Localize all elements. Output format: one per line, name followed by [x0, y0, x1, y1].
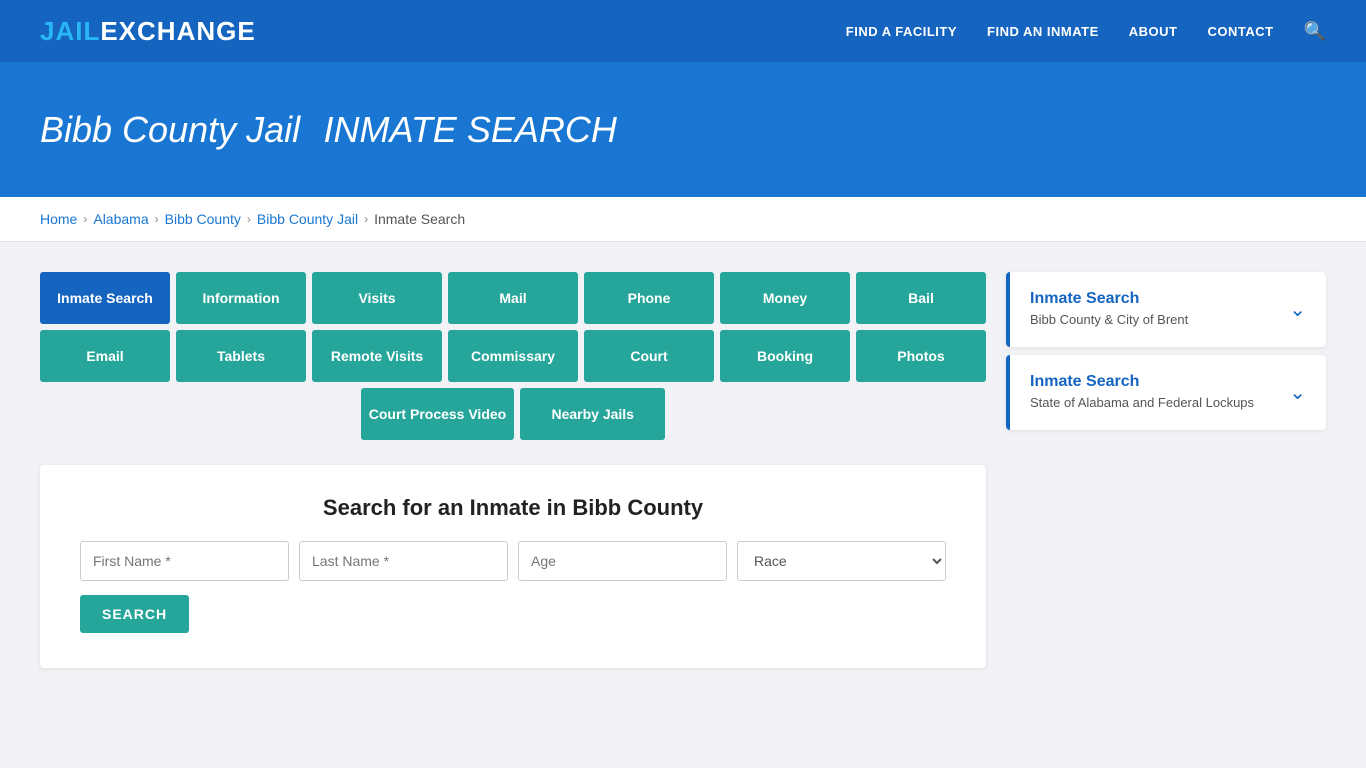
logo-part2: EXCHANGE — [100, 16, 255, 46]
bc-county[interactable]: Bibb County — [165, 211, 241, 227]
hero-title-sub: INMATE SEARCH — [323, 109, 616, 150]
tab-court-process-video[interactable]: Court Process Video — [361, 388, 514, 440]
tabs-row-1: Inmate Search Information Visits Mail Ph… — [40, 272, 986, 324]
sidebar-card-bibb-inner[interactable]: Inmate Search Bibb County & City of Bren… — [1006, 272, 1326, 347]
chevron-down-icon-alabama: ⌄ — [1289, 380, 1306, 405]
age-input[interactable] — [518, 541, 727, 581]
tab-information[interactable]: Information — [176, 272, 306, 324]
chevron-down-icon-bibb: ⌄ — [1289, 297, 1306, 322]
tab-phone[interactable]: Phone — [584, 272, 714, 324]
logo-part1: JAIL — [40, 16, 100, 46]
tab-email[interactable]: Email — [40, 330, 170, 382]
sidebar-card-bibb: Inmate Search Bibb County & City of Bren… — [1006, 272, 1326, 347]
bc-alabama[interactable]: Alabama — [93, 211, 148, 227]
nav: FIND A FACILITY FIND AN INMATE ABOUT CON… — [846, 21, 1326, 42]
bc-jail[interactable]: Bibb County Jail — [257, 211, 358, 227]
tab-money[interactable]: Money — [720, 272, 850, 324]
tab-inmate-search[interactable]: Inmate Search — [40, 272, 170, 324]
tabs-row-3: Court Process Video Nearby Jails — [40, 388, 986, 440]
search-fields: Race White Black Hispanic Asian Other — [80, 541, 946, 581]
tab-commissary[interactable]: Commissary — [448, 330, 578, 382]
bc-current: Inmate Search — [374, 211, 465, 227]
bc-home[interactable]: Home — [40, 211, 77, 227]
search-form-container: Search for an Inmate in Bibb County Race… — [40, 465, 986, 668]
breadcrumb: Home › Alabama › Bibb County › Bibb Coun… — [0, 197, 1366, 242]
sidebar-card-alabama-title: Inmate Search — [1030, 373, 1254, 391]
race-select[interactable]: Race White Black Hispanic Asian Other — [737, 541, 946, 581]
header-search-icon[interactable]: 🔍 — [1304, 21, 1326, 42]
search-form-title: Search for an Inmate in Bibb County — [80, 495, 946, 521]
tab-visits[interactable]: Visits — [312, 272, 442, 324]
bc-sep-2: › — [155, 212, 159, 226]
nav-about[interactable]: ABOUT — [1129, 24, 1178, 39]
tabs-row-2: Email Tablets Remote Visits Commissary C… — [40, 330, 986, 382]
sidebar-card-alabama-inner[interactable]: Inmate Search State of Alabama and Feder… — [1006, 355, 1326, 430]
tab-court[interactable]: Court — [584, 330, 714, 382]
first-name-input[interactable] — [80, 541, 289, 581]
page-title: Bibb County Jail INMATE SEARCH — [40, 104, 1326, 152]
tab-booking[interactable]: Booking — [720, 330, 850, 382]
header: JAILEXCHANGE FIND A FACILITY FIND AN INM… — [0, 0, 1366, 64]
nav-find-inmate[interactable]: FIND AN INMATE — [987, 24, 1099, 39]
nav-contact[interactable]: CONTACT — [1207, 24, 1273, 39]
tab-tablets[interactable]: Tablets — [176, 330, 306, 382]
bc-sep-1: › — [83, 212, 87, 226]
tab-mail[interactable]: Mail — [448, 272, 578, 324]
bc-sep-4: › — [364, 212, 368, 226]
left-column: Inmate Search Information Visits Mail Ph… — [40, 272, 986, 668]
sidebar-card-alabama-sub: State of Alabama and Federal Lockups — [1030, 394, 1254, 412]
sidebar-card-bibb-sub: Bibb County & City of Brent — [1030, 311, 1188, 329]
logo[interactable]: JAILEXCHANGE — [40, 16, 256, 47]
sidebar-card-bibb-title: Inmate Search — [1030, 290, 1188, 308]
last-name-input[interactable] — [299, 541, 508, 581]
tab-photos[interactable]: Photos — [856, 330, 986, 382]
hero-banner: Bibb County Jail INMATE SEARCH — [0, 64, 1366, 197]
sidebar-card-alabama: Inmate Search State of Alabama and Feder… — [1006, 355, 1326, 430]
tab-remote-visits[interactable]: Remote Visits — [312, 330, 442, 382]
tab-nearby-jails[interactable]: Nearby Jails — [520, 388, 665, 440]
bc-sep-3: › — [247, 212, 251, 226]
sidebar-card-alabama-text: Inmate Search State of Alabama and Feder… — [1030, 373, 1254, 412]
hero-title-main: Bibb County Jail — [40, 109, 300, 150]
sidebar-card-bibb-text: Inmate Search Bibb County & City of Bren… — [1030, 290, 1188, 329]
main-content: Inmate Search Information Visits Mail Ph… — [0, 242, 1366, 698]
right-sidebar: Inmate Search Bibb County & City of Bren… — [1006, 272, 1326, 668]
search-button[interactable]: SEARCH — [80, 595, 189, 633]
tab-bail[interactable]: Bail — [856, 272, 986, 324]
nav-find-facility[interactable]: FIND A FACILITY — [846, 24, 957, 39]
